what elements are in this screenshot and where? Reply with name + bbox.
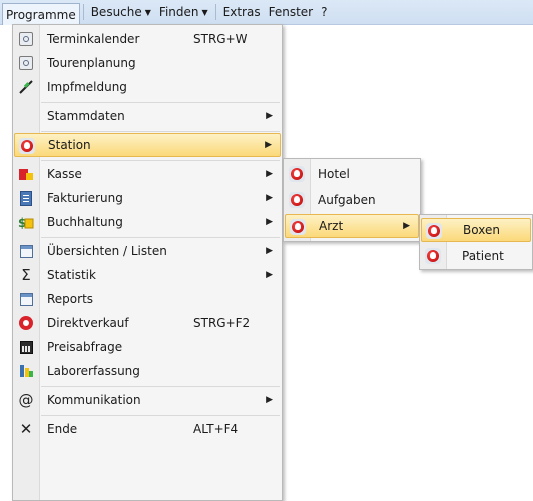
submenu-arrow-icon: ▶ [266,270,273,280]
paw-icon [289,218,307,236]
menu-separator [82,4,84,20]
submenu-arrow-icon: ▶ [266,193,273,203]
menu-help[interactable]: ? [317,2,331,22]
menu-item-label: Impfmeldung [47,80,127,94]
menu-item-statistik[interactable]: Σ Statistik ▶ [14,263,281,287]
menu-item-kommunikation[interactable]: @ Kommunikation ▶ [14,388,281,412]
menu-item-kasse[interactable]: Kasse ▶ [14,162,281,186]
calculator-icon [17,338,35,356]
paw-icon [18,137,36,155]
menu-item-label: Boxen [463,223,500,237]
menu-separator [41,160,280,161]
menu-item-uebersichten[interactable]: Übersichten / Listen ▶ [14,239,281,263]
menu-item-label: Statistik [47,268,96,282]
programme-dropdown: Terminkalender STRG+W Tourenplanung Impf… [12,24,283,501]
syringe-icon [17,78,35,96]
menu-item-fakturierung[interactable]: Fakturierung ▶ [14,186,281,210]
submenu-arrow-icon: ▶ [266,169,273,179]
menu-item-shortcut: STRG+W [193,32,248,46]
paw-icon [288,165,306,183]
menu-item-label: Reports [47,292,94,306]
menu-item-label: Kommunikation [47,393,141,407]
menu-item-shortcut: STRG+F2 [193,316,251,330]
calendar-icon [17,30,35,48]
menu-programme[interactable]: Programme [2,2,80,25]
menu-finden-label: Finden [158,5,199,19]
menu-item-hotel[interactable]: Hotel [285,162,419,186]
menu-item-label: Arzt [319,219,344,233]
menu-separator [41,386,280,387]
menu-item-label: Hotel [318,167,350,181]
menu-item-preisabfrage[interactable]: Preisabfrage [14,335,281,359]
money-icon: $ [17,213,35,231]
menu-item-arzt[interactable]: Arzt ▶ [285,214,419,238]
menu-item-terminkalender[interactable]: Terminkalender STRG+W [14,27,281,51]
paw-icon [424,247,442,265]
menu-item-station[interactable]: Station ▶ [14,133,281,157]
menu-item-label: Direktverkauf [47,316,129,330]
menu-besuche-label: Besuche [90,5,142,19]
menu-item-ende[interactable]: ✕ Ende ALT+F4 [14,417,281,441]
chevron-down-icon: ▼ [201,8,208,17]
menu-item-impfmeldung[interactable]: Impfmeldung [14,75,281,99]
menu-separator [41,102,280,103]
menu-item-label: Aufgaben [318,193,376,207]
menu-separator [41,131,280,132]
submenu-arrow-icon: ▶ [266,111,273,121]
submenu-arrow-icon: ▶ [266,217,273,227]
paw-icon [425,222,443,240]
menu-item-boxen[interactable]: Boxen [421,218,531,242]
menu-item-label: Patient [462,249,504,263]
list-icon [17,242,35,260]
menu-item-label: Laborerfassung [47,364,140,378]
menu-bar: Programme Besuche ▼ Finden ▼ Extras Fenste… [0,0,533,25]
menu-item-tourenplanung[interactable]: Tourenplanung [14,51,281,75]
menu-item-stammdaten[interactable]: Stammdaten ▶ [14,104,281,128]
menu-item-label: Preisabfrage [47,340,123,354]
lab-icon [17,362,35,380]
menu-item-buchhaltung[interactable]: $ Buchhaltung ▶ [14,210,281,234]
close-icon: ✕ [19,420,33,438]
menu-fenster[interactable]: Fenster [265,2,318,22]
paw-icon [288,191,306,209]
menu-item-direktverkauf[interactable]: Direktverkauf STRG+F2 [14,311,281,335]
cash-icon [17,165,35,183]
menu-besuche[interactable]: Besuche ▼ [87,2,155,22]
menu-item-label: Stammdaten [47,109,125,123]
submenu-arrow-icon: ▶ [266,246,273,256]
menu-item-shortcut: ALT+F4 [193,422,239,436]
menu-separator [41,415,280,416]
menu-extras[interactable]: Extras [219,2,265,22]
menu-item-label: Tourenplanung [47,56,136,70]
menu-separator [214,4,216,20]
submenu-arrow-icon: ▶ [266,395,273,405]
menu-item-label: Übersichten / Listen [47,244,167,258]
menu-item-laborerfassung[interactable]: Laborerfassung [14,359,281,383]
calendar-icon [17,54,35,72]
at-icon: @ [18,391,34,409]
menu-item-label: Terminkalender [47,32,140,46]
menu-item-label: Station [48,138,91,152]
sigma-icon: Σ [21,266,31,284]
report-icon [17,290,35,308]
sale-icon [17,314,35,332]
menu-item-patient[interactable]: Patient [421,244,531,268]
submenu-arrow-icon: ▶ [403,221,410,231]
arzt-submenu: Boxen Patient [419,214,533,270]
menu-separator [41,237,280,238]
invoice-icon [17,189,35,207]
menu-item-label: Ende [47,422,78,436]
station-submenu: Hotel Aufgaben Arzt ▶ [283,158,421,242]
chevron-down-icon: ▼ [144,8,151,17]
menu-item-label: Buchhaltung [47,215,123,229]
menu-item-reports[interactable]: Reports [14,287,281,311]
menu-item-label: Kasse [47,167,82,181]
menu-item-aufgaben[interactable]: Aufgaben [285,188,419,212]
menu-item-label: Fakturierung [47,191,123,205]
submenu-arrow-icon: ▶ [265,140,272,150]
menu-finden[interactable]: Finden ▼ [155,2,212,22]
